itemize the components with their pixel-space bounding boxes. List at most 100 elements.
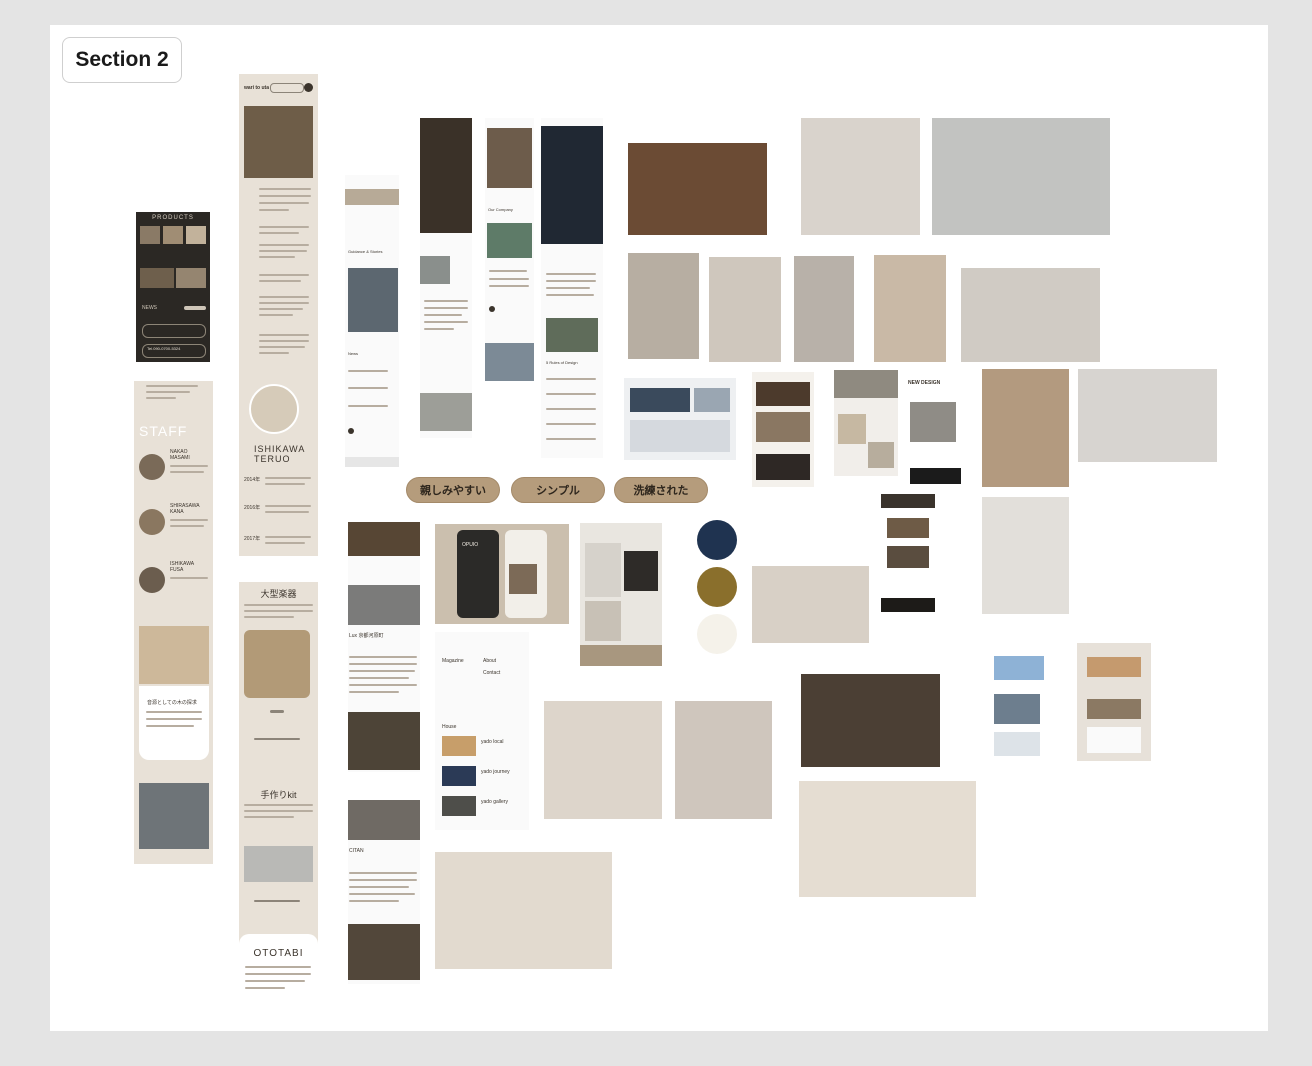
ref-app-mockup[interactable]: OPUIO: [435, 524, 569, 624]
text-line: [265, 477, 311, 479]
social-icons[interactable]: [184, 306, 206, 310]
kitchen-site-mockup[interactable]: [834, 370, 898, 476]
staff-avatar: [139, 509, 165, 535]
ref-profile-page[interactable]: wari to uta ISHIKAWA TERUO 2014年 2016年 2…: [239, 74, 318, 556]
text-line: [259, 340, 309, 342]
footer-block: [910, 468, 961, 484]
ref-company-page[interactable]: Our Company: [485, 118, 534, 381]
text-line: [349, 684, 417, 686]
text-line: [265, 483, 305, 485]
text-line: [244, 804, 313, 806]
more-link[interactable]: [254, 900, 300, 902]
about-link[interactable]: About: [483, 658, 496, 664]
article-card[interactable]: [139, 686, 209, 760]
villa-label[interactable]: yado journey: [481, 769, 510, 775]
menu-heading: Magazine: [442, 658, 464, 664]
ref-dark-hero-page[interactable]: [420, 118, 472, 438]
products-heading: PRODUCTS: [152, 215, 194, 221]
text-line: [349, 677, 409, 679]
swatch-cream[interactable]: [697, 614, 737, 654]
ref-products-card[interactable]: PRODUCTS NEWS Tel.090-0700-5324: [136, 212, 210, 362]
cafe-title: CITAN: [349, 848, 364, 854]
new-design-mockup[interactable]: NEW DESIGN: [906, 372, 961, 487]
wood-photo: [139, 626, 209, 684]
hotel-site-mockup[interactable]: [624, 378, 736, 460]
interior-photo: [585, 543, 621, 597]
history-year: 2016年: [244, 505, 261, 511]
text-line: [170, 577, 208, 579]
menu-icon[interactable]: [304, 83, 313, 92]
section-label[interactable]: Section 2: [62, 37, 182, 83]
text-line: [146, 711, 202, 713]
contact-button[interactable]: [142, 324, 206, 338]
sofa-photo: [794, 256, 854, 362]
mirror-room-photo: [628, 253, 699, 359]
text-line: [489, 285, 529, 287]
text-line: [546, 294, 594, 296]
rule-item[interactable]: [546, 408, 596, 410]
text-line: [265, 505, 311, 507]
landscape-photo: [487, 223, 532, 258]
cafe-title: Lux 京都河原町: [349, 633, 384, 639]
rule-item[interactable]: [546, 423, 596, 425]
video-thumb[interactable]: [348, 800, 420, 840]
villa-site-mockup[interactable]: [1077, 643, 1151, 761]
villa-label[interactable]: yado local: [481, 739, 504, 745]
resort-site-mockup[interactable]: [752, 372, 814, 487]
villa-label[interactable]: yado gallery: [481, 799, 508, 805]
ref-magazine-menu[interactable]: Magazine About Contact House yado local …: [435, 632, 529, 830]
keyword-pill-friendly[interactable]: 親しみやすい: [406, 477, 500, 503]
villa-thumb[interactable]: [442, 736, 476, 756]
ref-cafe-page[interactable]: Lux 京都河原町: [348, 522, 420, 772]
hero-photo: [487, 128, 532, 188]
ski-site-mockup[interactable]: [982, 652, 1044, 766]
villa-thumb[interactable]: [442, 796, 476, 816]
villa-thumb[interactable]: [442, 766, 476, 786]
rule-item[interactable]: [546, 378, 596, 380]
text-line: [245, 973, 311, 975]
text-line: [349, 656, 417, 658]
ref-rules-page[interactable]: 5 Rules of Design: [541, 118, 603, 458]
swatch-navy[interactable]: [697, 520, 737, 560]
contact-link[interactable]: Contact: [483, 670, 500, 676]
text-line: [244, 810, 313, 812]
text-line: [244, 816, 294, 818]
news-label: NEWS: [142, 305, 157, 311]
video-thumb[interactable]: [348, 585, 420, 625]
dark-hotel-mockup[interactable]: [881, 494, 935, 612]
ref-guidance-page[interactable]: Guidance & Stories News: [345, 175, 399, 467]
text-line: [489, 278, 529, 280]
ref-staff-page[interactable]: STAFF NAKAO MASAMI SHIRASAWA KANA ISHIKA…: [134, 381, 213, 864]
staff-avatar: [139, 567, 165, 593]
woman-pillow-photo: [675, 701, 772, 819]
content-block: [994, 732, 1040, 756]
card-title: 音源としての木の探求: [147, 700, 197, 706]
more-link[interactable]: [254, 738, 300, 740]
text-line: [146, 718, 202, 720]
rule-item[interactable]: [546, 438, 596, 440]
history-year: 2014年: [244, 477, 261, 483]
text-line: [259, 314, 293, 316]
text-line: [170, 471, 204, 473]
keyword-pill-simple[interactable]: シンプル: [511, 477, 605, 503]
dark-panel: [624, 551, 658, 591]
image-block: [910, 402, 956, 442]
swatch-olive[interactable]: [697, 567, 737, 607]
rule-item[interactable]: [546, 393, 596, 395]
text-line: [244, 604, 313, 606]
text-line: [349, 879, 417, 881]
ref-instruments-page[interactable]: 大型楽器 手作りkit OTOTABI: [239, 582, 318, 995]
ref-cafe-page-2[interactable]: CITAN: [348, 800, 420, 984]
keyword-pill-refined[interactable]: 洗練された: [614, 477, 708, 503]
ototabi-card[interactable]: [239, 934, 318, 995]
text-line: [245, 987, 285, 989]
header-search[interactable]: [270, 83, 304, 93]
text-line: [348, 405, 388, 407]
hero-block: [1087, 657, 1141, 677]
ref-residence-page[interactable]: [580, 523, 662, 666]
footer-block: [756, 454, 810, 480]
hero-block: [630, 388, 690, 412]
text-line: [259, 209, 289, 211]
carousel-dots[interactable]: [270, 710, 284, 713]
image-block: [756, 412, 810, 442]
